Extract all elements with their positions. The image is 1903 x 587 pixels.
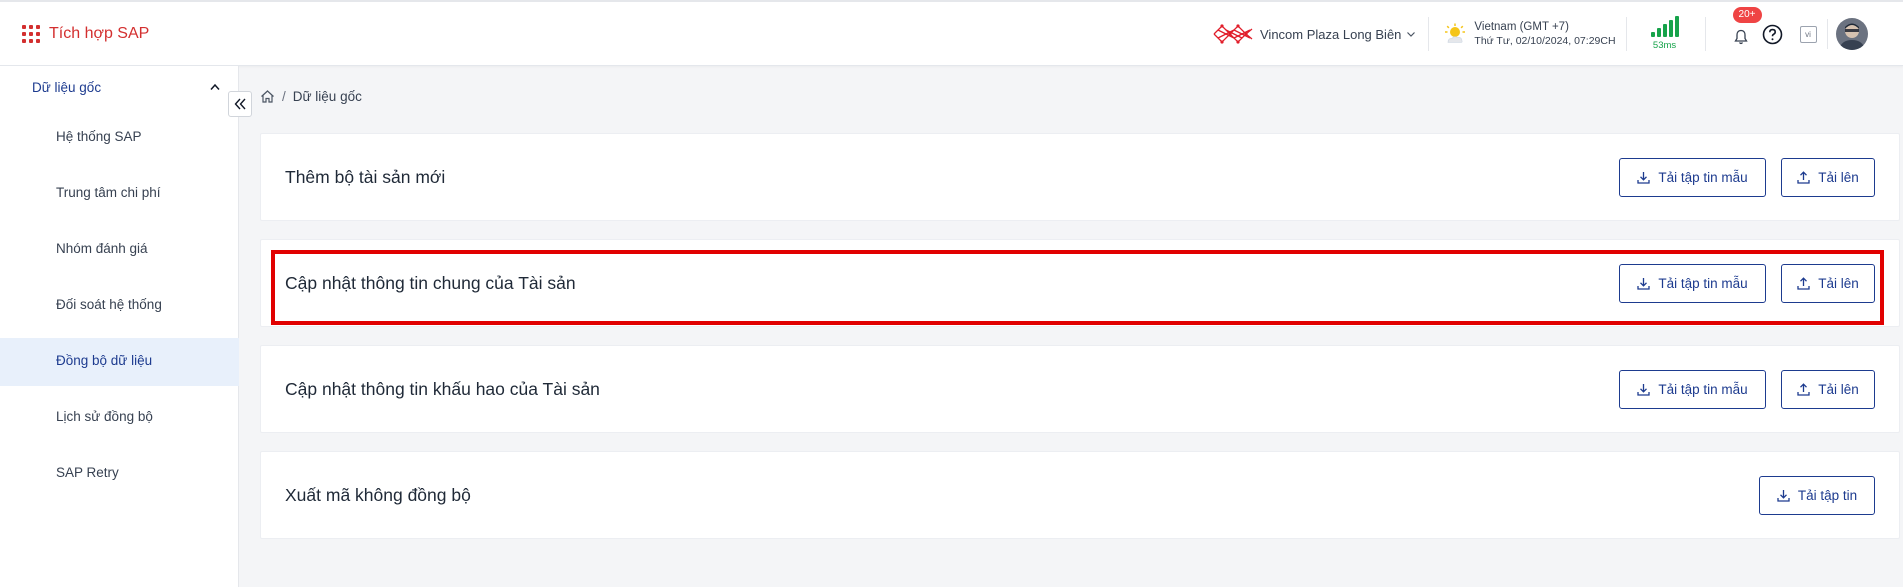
location-selector[interactable]: Vincom Plaza Long Biên	[1212, 21, 1416, 47]
chevron-down-icon	[1407, 32, 1416, 37]
help-button[interactable]	[1762, 23, 1784, 45]
card-title: Thêm bộ tài sản mới	[285, 167, 446, 187]
header-divider	[1826, 19, 1828, 49]
language-button[interactable]: vi	[1799, 25, 1817, 43]
card-update-asset-general-info: Cập nhật thông tin chung của Tài sản Tải…	[260, 239, 1900, 327]
sidebar-item-label: Đối soát hệ thống	[56, 297, 162, 312]
header-right: Vincom Plaza Long Biên Vietnam (GMT +7) …	[1212, 2, 1868, 66]
card-title: Xuất mã không đồng bộ	[285, 485, 471, 505]
card-add-new-asset-set: Thêm bộ tài sản mới Tải tập tin mẫu Tải …	[260, 133, 1900, 221]
sidebar-group-label: Dữ liệu gốc	[32, 80, 102, 95]
sidebar: Dữ liệu gốc Hệ thống SAP Trung tâm chi p…	[0, 66, 239, 587]
notification-button[interactable]: 20+	[1732, 7, 1762, 47]
notification-badge: 20+	[1732, 7, 1762, 23]
sidebar-item-cost-center[interactable]: Trung tâm chi phí	[0, 170, 239, 218]
network-status: 53ms	[1650, 16, 1679, 51]
breadcrumb-separator: /	[282, 89, 286, 104]
timezone-block: Vietnam (GMT +7) Thứ Tư, 02/10/2024, 07:…	[1443, 20, 1616, 48]
download-template-button[interactable]: Tải tập tin mẫu	[1619, 370, 1766, 409]
card-export-unsynced-codes: Xuất mã không đồng bộ Tải tập tin	[260, 451, 1900, 539]
download-icon	[1637, 172, 1650, 184]
sidebar-item-label: Nhóm đánh giá	[56, 241, 148, 256]
sidebar-item-sap-system[interactable]: Hệ thống SAP	[0, 114, 239, 162]
timezone-name: Vietnam (GMT +7)	[1474, 21, 1569, 33]
ping-latency: 53ms	[1652, 40, 1677, 51]
upload-button[interactable]: Tải lên	[1781, 158, 1875, 197]
sidebar-item-sap-retry[interactable]: SAP Retry	[0, 450, 239, 498]
breadcrumb: / Dữ liệu gốc	[260, 89, 362, 104]
download-file-button[interactable]: Tải tập tin	[1759, 476, 1875, 515]
download-icon	[1777, 490, 1790, 502]
upload-icon	[1797, 277, 1810, 290]
sidebar-item-label: Đồng bộ dữ liệu	[56, 353, 153, 368]
sidebar-item-label: Lịch sử đồng bộ	[56, 409, 153, 424]
upload-icon	[1797, 171, 1810, 184]
header-divider	[1625, 17, 1627, 51]
location-name: Vincom Plaza Long Biên	[1260, 26, 1402, 42]
download-template-button[interactable]: Tải tập tin mẫu	[1619, 158, 1766, 197]
header-divider	[1428, 17, 1430, 51]
current-datetime: Thứ Tư, 02/10/2024, 07:29CH	[1474, 35, 1616, 47]
double-chevron-left-icon	[234, 98, 246, 110]
button-label: Tải tập tin	[1797, 488, 1858, 503]
button-label: Tải lên	[1818, 382, 1859, 397]
card-update-asset-depreciation-info: Cập nhật thông tin khấu hao của Tài sản …	[260, 345, 1900, 433]
sidebar-item-label: Trung tâm chi phí	[56, 185, 161, 200]
user-avatar[interactable]	[1835, 18, 1868, 50]
download-icon	[1637, 278, 1650, 290]
button-label: Tải tập tin mẫu	[1658, 170, 1748, 185]
breadcrumb-current: Dữ liệu gốc	[292, 89, 362, 104]
download-icon	[1637, 384, 1650, 396]
sidebar-collapse-button[interactable]	[228, 91, 252, 117]
language-code: vi	[1799, 25, 1817, 43]
sidebar-item-system-reconciliation[interactable]: Đối soát hệ thống	[0, 282, 239, 330]
download-template-button[interactable]: Tải tập tin mẫu	[1619, 264, 1766, 303]
sidebar-group-master-data[interactable]: Dữ liệu gốc	[0, 74, 239, 100]
bell-icon	[1733, 29, 1748, 45]
top-header: Tích hợp SAP Vincom Plaza Long Biên Viet…	[0, 0, 1903, 66]
avatar-image	[1835, 18, 1868, 50]
vincom-logo-icon	[1213, 24, 1253, 44]
button-label: Tải lên	[1818, 276, 1859, 291]
chevron-up-icon	[210, 83, 220, 90]
upload-icon	[1797, 383, 1810, 396]
upload-button[interactable]: Tải lên	[1781, 264, 1875, 303]
sidebar-item-label: Hệ thống SAP	[56, 129, 142, 144]
button-label: Tải tập tin mẫu	[1658, 276, 1748, 291]
upload-button[interactable]: Tải lên	[1781, 370, 1875, 409]
app-brand[interactable]: Tích hợp SAP	[22, 24, 150, 43]
card-title: Cập nhật thông tin khấu hao của Tài sản	[285, 379, 600, 399]
sidebar-item-valuation-group[interactable]: Nhóm đánh giá	[0, 226, 239, 274]
apps-grid-icon[interactable]	[22, 24, 40, 43]
sidebar-item-sync-history[interactable]: Lịch sử đồng bộ	[0, 394, 239, 442]
card-title: Cập nhật thông tin chung của Tài sản	[285, 273, 576, 293]
sidebar-item-data-sync[interactable]: Đồng bộ dữ liệu	[0, 338, 239, 386]
header-divider	[1704, 17, 1706, 51]
help-question-icon	[1762, 24, 1783, 44]
sidebar-item-label: SAP Retry	[56, 465, 119, 480]
signal-strength-icon	[1650, 16, 1679, 37]
button-label: Tải tập tin mẫu	[1658, 382, 1748, 397]
home-icon[interactable]	[260, 89, 275, 104]
button-label: Tải lên	[1818, 170, 1859, 185]
app-title: Tích hợp SAP	[49, 24, 150, 42]
weather-sun-cloud-icon	[1445, 23, 1466, 43]
